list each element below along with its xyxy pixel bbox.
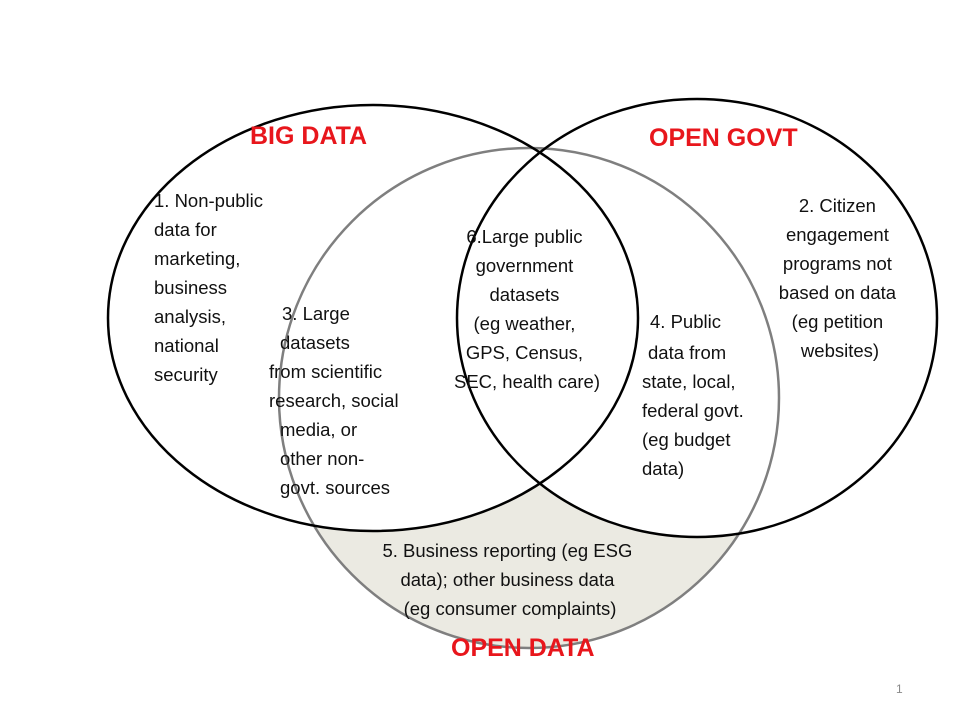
region-1-line: data for	[154, 219, 217, 240]
region-5-line: data); other business data	[400, 569, 615, 590]
region-1-line: 1. Non-public	[154, 190, 263, 211]
region-2-line: websites)	[800, 340, 879, 361]
big-data-title: BIG DATA	[250, 122, 367, 150]
region-5-line: 5. Business reporting (eg ESG	[382, 540, 632, 561]
region-6-line: 6.Large public	[466, 226, 582, 247]
region-4-line: data from	[648, 342, 726, 363]
region-6-line: government	[476, 255, 574, 276]
region-2-text: 2. Citizen engagement programs not based…	[779, 195, 901, 361]
region-3-line: 3. Large	[282, 303, 350, 324]
region-1-line: national	[154, 335, 219, 356]
region-5-text: 5. Business reporting (eg ESG data); oth…	[382, 540, 637, 619]
region-6-line: datasets	[489, 284, 559, 305]
region-4-line: data)	[642, 458, 684, 479]
region-6-line: SEC, health care)	[454, 371, 600, 392]
region-4-line: federal govt.	[642, 400, 744, 421]
region-4-line: 4. Public	[650, 311, 721, 332]
region-2-line: based on data	[779, 282, 897, 303]
region-3-line: media, or	[280, 419, 357, 440]
region-3-line: other non-	[280, 448, 364, 469]
region-5-line: (eg consumer complaints)	[404, 598, 617, 619]
region-1-line: security	[154, 364, 218, 385]
region-2-line: programs not	[783, 253, 892, 274]
region-1-line: business	[154, 277, 227, 298]
open-data-title: OPEN DATA	[451, 634, 595, 662]
region-6-line: (eg weather,	[474, 313, 576, 334]
region-1-line: analysis,	[154, 306, 226, 327]
region-3-line: govt. sources	[280, 477, 390, 498]
region-2-line: engagement	[786, 224, 889, 245]
slide: BIG DATA OPEN GOVT OPEN DATA 1. Non-publ…	[0, 0, 960, 720]
region-3-line: research, social	[269, 390, 399, 411]
region-1-text: 1. Non-public data for marketing, busine…	[154, 190, 268, 385]
region-2-line: (eg petition	[792, 311, 884, 332]
region-2-line: 2. Citizen	[799, 195, 876, 216]
page-number: 1	[896, 682, 903, 696]
region-3-line: datasets	[280, 332, 350, 353]
region-3-line: from scientific	[269, 361, 382, 382]
open-govt-title: OPEN GOVT	[649, 124, 798, 152]
venn-diagram: BIG DATA OPEN GOVT OPEN DATA 1. Non-publ…	[106, 97, 939, 696]
region-1-line: marketing,	[154, 248, 240, 269]
region-4-line: state, local,	[642, 371, 736, 392]
region-6-line: GPS, Census,	[466, 342, 583, 363]
region-4-line: (eg budget	[642, 429, 730, 450]
